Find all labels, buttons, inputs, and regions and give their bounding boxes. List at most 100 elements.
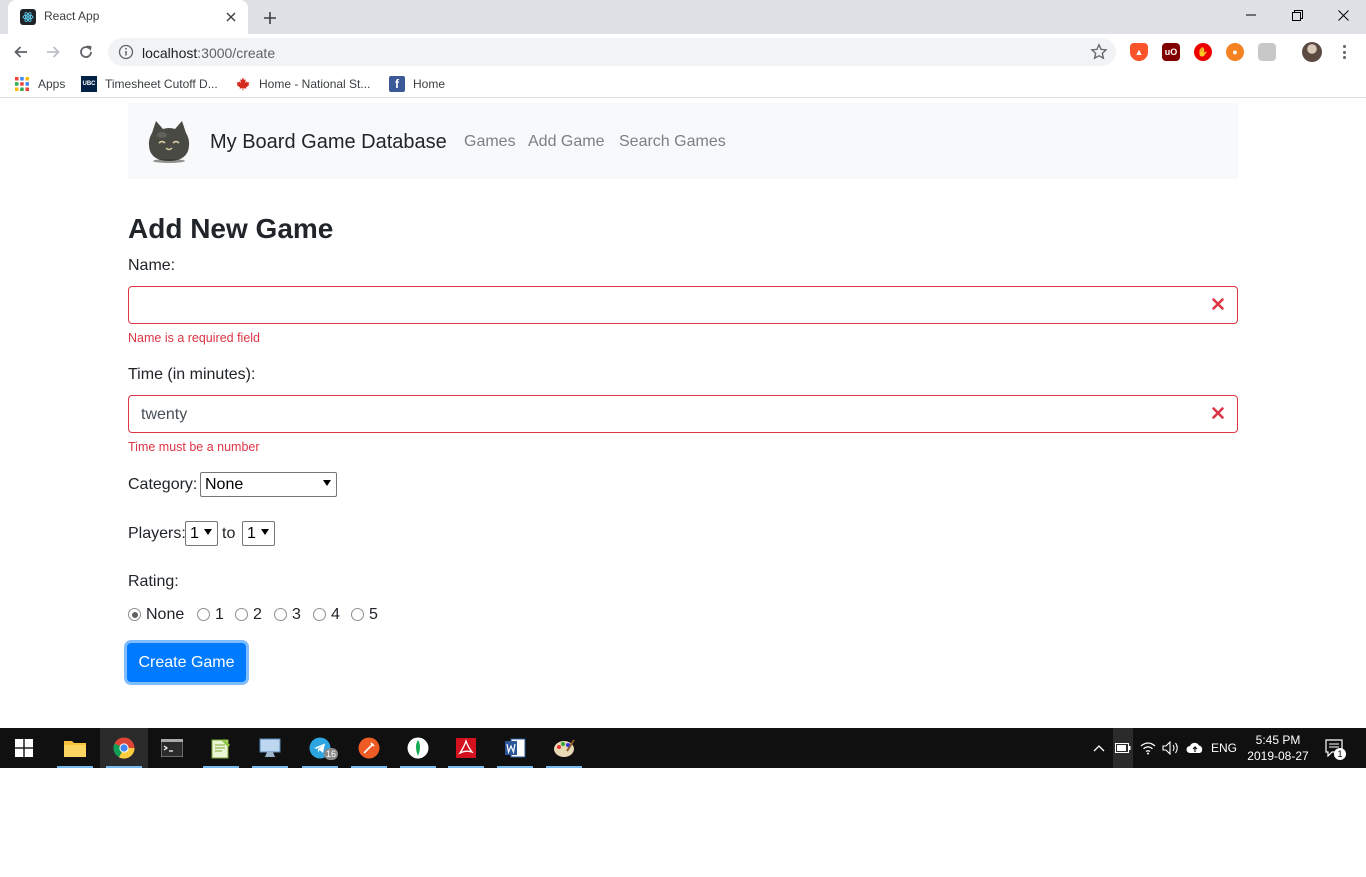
- players-min-value: 1: [190, 525, 199, 542]
- apps-grid-icon: [14, 76, 30, 92]
- tab-close-icon[interactable]: [222, 8, 240, 26]
- ubc-logo-icon: UBC: [81, 76, 97, 92]
- bookmark-label: Timesheet Cutoff D...: [105, 77, 218, 91]
- volume-icon[interactable]: [1160, 728, 1182, 768]
- dropdown-arrow-icon: [204, 529, 212, 535]
- terminal-icon[interactable]: [148, 728, 196, 768]
- adblock-icon[interactable]: ✋: [1194, 43, 1212, 61]
- restore-icon[interactable]: [1274, 0, 1320, 30]
- category-select-value: None: [205, 476, 244, 493]
- clock-time: 5:45 PM: [1255, 733, 1301, 747]
- remote-desktop-icon[interactable]: [246, 728, 294, 768]
- dropdown-arrow-icon: [261, 529, 269, 535]
- time-input-value: twenty: [141, 406, 188, 423]
- bookmark-facebook[interactable]: f Home: [389, 76, 445, 92]
- facebook-icon: f: [389, 76, 405, 92]
- bookmark-star-icon[interactable]: [1090, 43, 1108, 61]
- language-indicator[interactable]: ENG: [1208, 728, 1240, 768]
- extension-orange-icon[interactable]: ●: [1226, 43, 1244, 61]
- clock-date: 2019-08-27: [1247, 749, 1309, 763]
- rating-option-label: 2: [253, 606, 262, 623]
- onedrive-cloud-icon[interactable]: [1184, 728, 1206, 768]
- time-input[interactable]: twenty: [128, 395, 1238, 433]
- rating-radio-5[interactable]: [351, 608, 364, 621]
- system-clock[interactable]: 5:45 PM 2019-08-27: [1240, 732, 1316, 764]
- battery-icon[interactable]: [1113, 728, 1133, 768]
- back-arrow-icon[interactable]: [8, 39, 34, 65]
- rating-radio-1[interactable]: [197, 608, 210, 621]
- rating-radio-2[interactable]: [235, 608, 248, 621]
- players-max-value: 1: [247, 525, 256, 542]
- browser-menu-icon[interactable]: [1336, 43, 1352, 61]
- nav-link-add-game[interactable]: Add Game: [528, 133, 604, 151]
- acrobat-icon[interactable]: [442, 728, 490, 768]
- windows-taskbar: 16 ENG 5:45 PM 2019-08-27 1: [0, 728, 1366, 768]
- rating-option-label: None: [146, 606, 185, 623]
- tab-title: React App: [44, 9, 100, 23]
- notification-center-icon[interactable]: 1: [1320, 728, 1350, 768]
- profile-avatar-icon[interactable]: [1302, 42, 1322, 62]
- bookmark-label: Home - National St...: [259, 77, 371, 91]
- telegram-icon[interactable]: 16: [296, 728, 344, 768]
- rating-option-label: 1: [215, 606, 224, 623]
- rating-radio-4[interactable]: [313, 608, 326, 621]
- slime-cat-logo-icon[interactable]: [144, 115, 194, 165]
- dropdown-arrow-icon: [323, 480, 331, 486]
- name-label: Name:: [128, 257, 176, 274]
- mongodb-compass-icon[interactable]: [394, 728, 442, 768]
- nav-link-search-games[interactable]: Search Games: [619, 133, 726, 151]
- create-game-button[interactable]: Create Game: [127, 643, 246, 682]
- file-explorer-icon[interactable]: [51, 728, 99, 768]
- bookmark-timesheet[interactable]: UBC Timesheet Cutoff D...: [81, 76, 218, 92]
- show-hidden-icons-chevron-icon[interactable]: [1090, 728, 1108, 768]
- site-info-icon[interactable]: [118, 44, 134, 60]
- maple-leaf-icon: [235, 76, 251, 92]
- bookmark-apps[interactable]: Apps: [14, 76, 65, 92]
- telegram-badge: 16: [324, 748, 338, 760]
- invalid-x-icon: [1212, 298, 1224, 310]
- bookmark-label: Home: [413, 77, 446, 91]
- windows-start-icon[interactable]: [0, 728, 48, 768]
- rating-radio-3[interactable]: [274, 608, 287, 621]
- page-title: Add New Game: [128, 213, 334, 244]
- browser-toolbar: localhost:3000/create ▲ uO ✋ ●: [0, 34, 1366, 70]
- extension-gray-icon[interactable]: [1258, 43, 1276, 61]
- category-select[interactable]: None: [200, 472, 337, 497]
- players-max-select[interactable]: 1: [242, 521, 275, 546]
- time-label: Time (in minutes):: [128, 366, 256, 383]
- word-icon[interactable]: [491, 728, 539, 768]
- notepad-plus-icon[interactable]: [197, 728, 245, 768]
- name-error-message: Name is a required field: [128, 331, 261, 345]
- invalid-x-icon: [1212, 407, 1224, 419]
- paint-icon[interactable]: [540, 728, 588, 768]
- close-window-icon[interactable]: [1320, 0, 1366, 30]
- bookmarks-bar: Apps UBC Timesheet Cutoff D... Home - Na…: [0, 70, 1366, 98]
- minimize-icon[interactable]: [1228, 0, 1274, 30]
- rating-label: Rating:: [128, 573, 179, 590]
- rating-radio-none[interactable]: [128, 608, 141, 621]
- address-bar[interactable]: localhost:3000/create: [108, 38, 1116, 66]
- nav-link-games[interactable]: Games: [464, 133, 516, 151]
- postman-icon[interactable]: [345, 728, 393, 768]
- players-min-select[interactable]: 1: [185, 521, 218, 546]
- notification-count-badge: 1: [1334, 748, 1346, 760]
- new-tab-icon[interactable]: [258, 6, 282, 30]
- forward-arrow-icon[interactable]: [40, 39, 66, 65]
- players-to-label: to: [222, 525, 236, 542]
- ublock-icon[interactable]: uO: [1162, 43, 1180, 61]
- tab-strip: React App: [0, 0, 1366, 34]
- navbar-brand[interactable]: My Board Game Database: [210, 131, 447, 154]
- url-text: localhost:3000/create: [142, 45, 276, 61]
- time-error-message: Time must be a number: [128, 440, 260, 454]
- players-label: Players:: [128, 525, 186, 542]
- reload-icon[interactable]: [73, 39, 99, 65]
- name-input[interactable]: [128, 286, 1238, 324]
- app-navbar: My Board Game Database Games Add Game Se…: [128, 103, 1238, 179]
- bookmark-national[interactable]: Home - National St...: [235, 76, 370, 92]
- brave-shield-icon[interactable]: ▲: [1130, 43, 1148, 61]
- browser-tab[interactable]: React App: [8, 0, 248, 34]
- bookmark-label: Apps: [38, 77, 66, 91]
- wifi-icon[interactable]: [1138, 728, 1158, 768]
- chrome-icon[interactable]: [100, 728, 148, 768]
- rating-option-label: 3: [292, 606, 301, 623]
